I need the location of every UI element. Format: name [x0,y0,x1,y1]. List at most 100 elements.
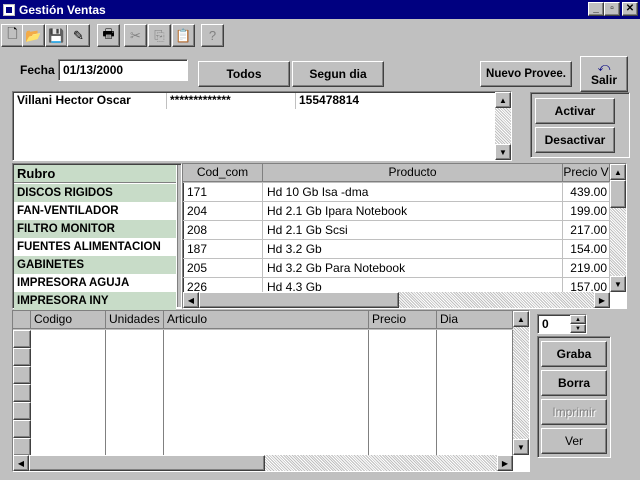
productos-column-header[interactable]: Cod_com [183,164,263,182]
todos-button[interactable]: Todos [198,61,290,87]
quantity-spinner[interactable]: 0 ▲ ▼ [537,314,587,334]
rubro-item[interactable]: IMPRESORA AGUJA [14,274,176,292]
grid-column-line [105,330,106,455]
productos-cell: 199.00 [563,202,610,221]
productos-row[interactable]: 208 Hd 2.1 Gb Scsi 217.00 [183,221,610,240]
ver-button[interactable]: Ver [541,428,607,454]
row-selector[interactable] [13,420,31,438]
scroll-thumb[interactable] [610,180,626,208]
paste-icon[interactable]: 📋 [172,24,195,47]
detalle-column-header[interactable]: Unidades [106,311,164,329]
spin-down-icon[interactable]: ▼ [570,324,586,333]
restore-button[interactable]: ▫ [604,2,620,16]
close-button[interactable]: ✕ [622,2,638,16]
detalle-column-header[interactable]: Dia [437,311,513,329]
scroll-right-icon[interactable]: ▶ [497,455,513,471]
rubro-item[interactable]: IMPRESORA INY [14,292,176,310]
productos-cell: 217.00 [563,221,610,240]
proveedor-scrollbar[interactable]: ▲ ▼ [495,92,511,160]
salir-button[interactable]: ⤺ Salir [580,56,628,92]
row-selector[interactable] [13,330,31,348]
productos-cell: 208 [183,221,263,240]
scroll-down-icon[interactable]: ▼ [610,276,626,292]
cut-icon[interactable]: ✂ [124,24,147,47]
graba-button[interactable]: Graba [541,341,607,367]
fecha-input[interactable]: 01/13/2000 [58,59,188,81]
borra-button[interactable]: Borra [541,370,607,396]
activar-button[interactable]: Activar [535,98,615,124]
scroll-thumb[interactable] [29,455,265,471]
productos-row[interactable]: 204 Hd 2.1 Gb Ipara Notebook 199.00 [183,202,610,221]
scroll-down-icon[interactable]: ▼ [495,144,511,160]
productos-cell: 187 [183,240,263,259]
edit-icon[interactable]: ✎ [67,24,90,47]
productos-grid[interactable]: Cod_com Producto Precio V 171 Hd 10 Gb Isa … [182,163,627,309]
spin-up-icon[interactable]: ▲ [570,315,586,324]
imprimir-button[interactable]: Imprimir [541,399,607,425]
scroll-thumb[interactable] [199,292,399,308]
productos-cell: Hd 10 Gb Isa -dma [263,183,563,202]
detalle-hscroll[interactable]: ◀ ▶ [13,455,513,471]
scroll-down-icon[interactable]: ▼ [513,439,529,455]
detalle-row-selector-header [13,311,31,329]
rubro-item[interactable]: DISCOS RIGIDOS [14,184,176,202]
spinner-value: 0 [542,317,549,331]
segun-dia-button[interactable]: Segun dia [292,61,384,87]
row-selector[interactable] [13,402,31,420]
productos-cell: 205 [183,259,263,278]
rubros-header: Rubro [14,165,176,183]
proveedor-name: Villani Hector Oscar [15,93,167,109]
productos-cell: Hd 3.2 Gb Para Notebook [263,259,563,278]
copy-icon[interactable]: ⎘ [148,24,171,47]
detalle-grid[interactable]: Codigo Unidades Articulo Precio Dia ▲ ▼ ◀ ▶ [12,310,530,472]
detalle-vscroll[interactable]: ▲ ▼ [513,311,529,455]
productos-row[interactable]: 171 Hd 10 Gb Isa -dma 439.00 [183,183,610,202]
productos-cell: 439.00 [563,183,610,202]
productos-hscroll[interactable]: ◀ ▶ [183,292,610,308]
rubro-item[interactable]: FUENTES ALIMENTACION [14,238,176,256]
productos-vscroll[interactable]: ▲ ▼ [610,164,626,292]
productos-column-header[interactable]: Producto [263,164,563,182]
nuevo-proveedor-button[interactable]: Nuevo Provee. [480,61,572,87]
productos-cell: 154.00 [563,240,610,259]
detalle-column-header[interactable]: Articulo [164,311,369,329]
scroll-right-icon[interactable]: ▶ [594,292,610,308]
rubro-item[interactable]: GABINETES [14,256,176,274]
scroll-left-icon[interactable]: ◀ [13,455,29,471]
desactivar-button[interactable]: Desactivar [535,127,615,153]
save-icon[interactable]: 💾 [45,24,68,47]
scroll-up-icon[interactable]: ▲ [513,311,529,327]
proveedor-password: ************* [168,93,296,109]
productos-cell: Hd 2.1 Gb Scsi [263,221,563,240]
productos-column-header[interactable]: Precio V [563,164,610,182]
productos-cell: 204 [183,202,263,221]
row-selector[interactable] [13,384,31,402]
productos-cell: Hd 3.2 Gb [263,240,563,259]
row-selector[interactable] [13,438,31,456]
detalle-column-header[interactable]: Codigo [31,311,106,329]
productos-row[interactable]: 187 Hd 3.2 Gb 154.00 [183,240,610,259]
window-titlebar: Gestión Ventas [0,0,640,19]
scroll-up-icon[interactable]: ▲ [610,164,626,180]
undo-arrow-icon: ⤺ [597,60,611,74]
rubro-item[interactable]: FAN-VENTILADOR [14,202,176,220]
row-selector[interactable] [13,348,31,366]
scroll-up-icon[interactable]: ▲ [495,92,511,108]
proveedor-phone: 155478814 [299,93,360,107]
productos-row[interactable]: 205 Hd 3.2 Gb Para Notebook 219.00 [183,259,610,278]
row-selector[interactable] [13,366,31,384]
proveedor-panel[interactable]: Villani Hector Oscar ************* 15547… [12,91,512,161]
help-icon[interactable]: ? [201,24,224,47]
app-icon [3,3,15,16]
new-icon[interactable]: 🗋 [1,24,24,47]
detalle-column-header[interactable]: Precio [369,311,437,329]
grid-column-line [368,330,369,455]
fecha-label: Fecha [20,63,55,77]
rubros-list[interactable]: Rubro DISCOS RIGIDOS FAN-VENTILADOR FILTRO… [12,163,182,310]
scroll-left-icon[interactable]: ◀ [183,292,199,308]
rubro-item[interactable]: FILTRO MONITOR [14,220,176,238]
productos-cell: 171 [183,183,263,202]
print-icon[interactable]: 🖶 [97,24,120,47]
minimize-button[interactable]: _ [588,2,604,16]
open-icon[interactable]: 📂 [22,24,45,47]
